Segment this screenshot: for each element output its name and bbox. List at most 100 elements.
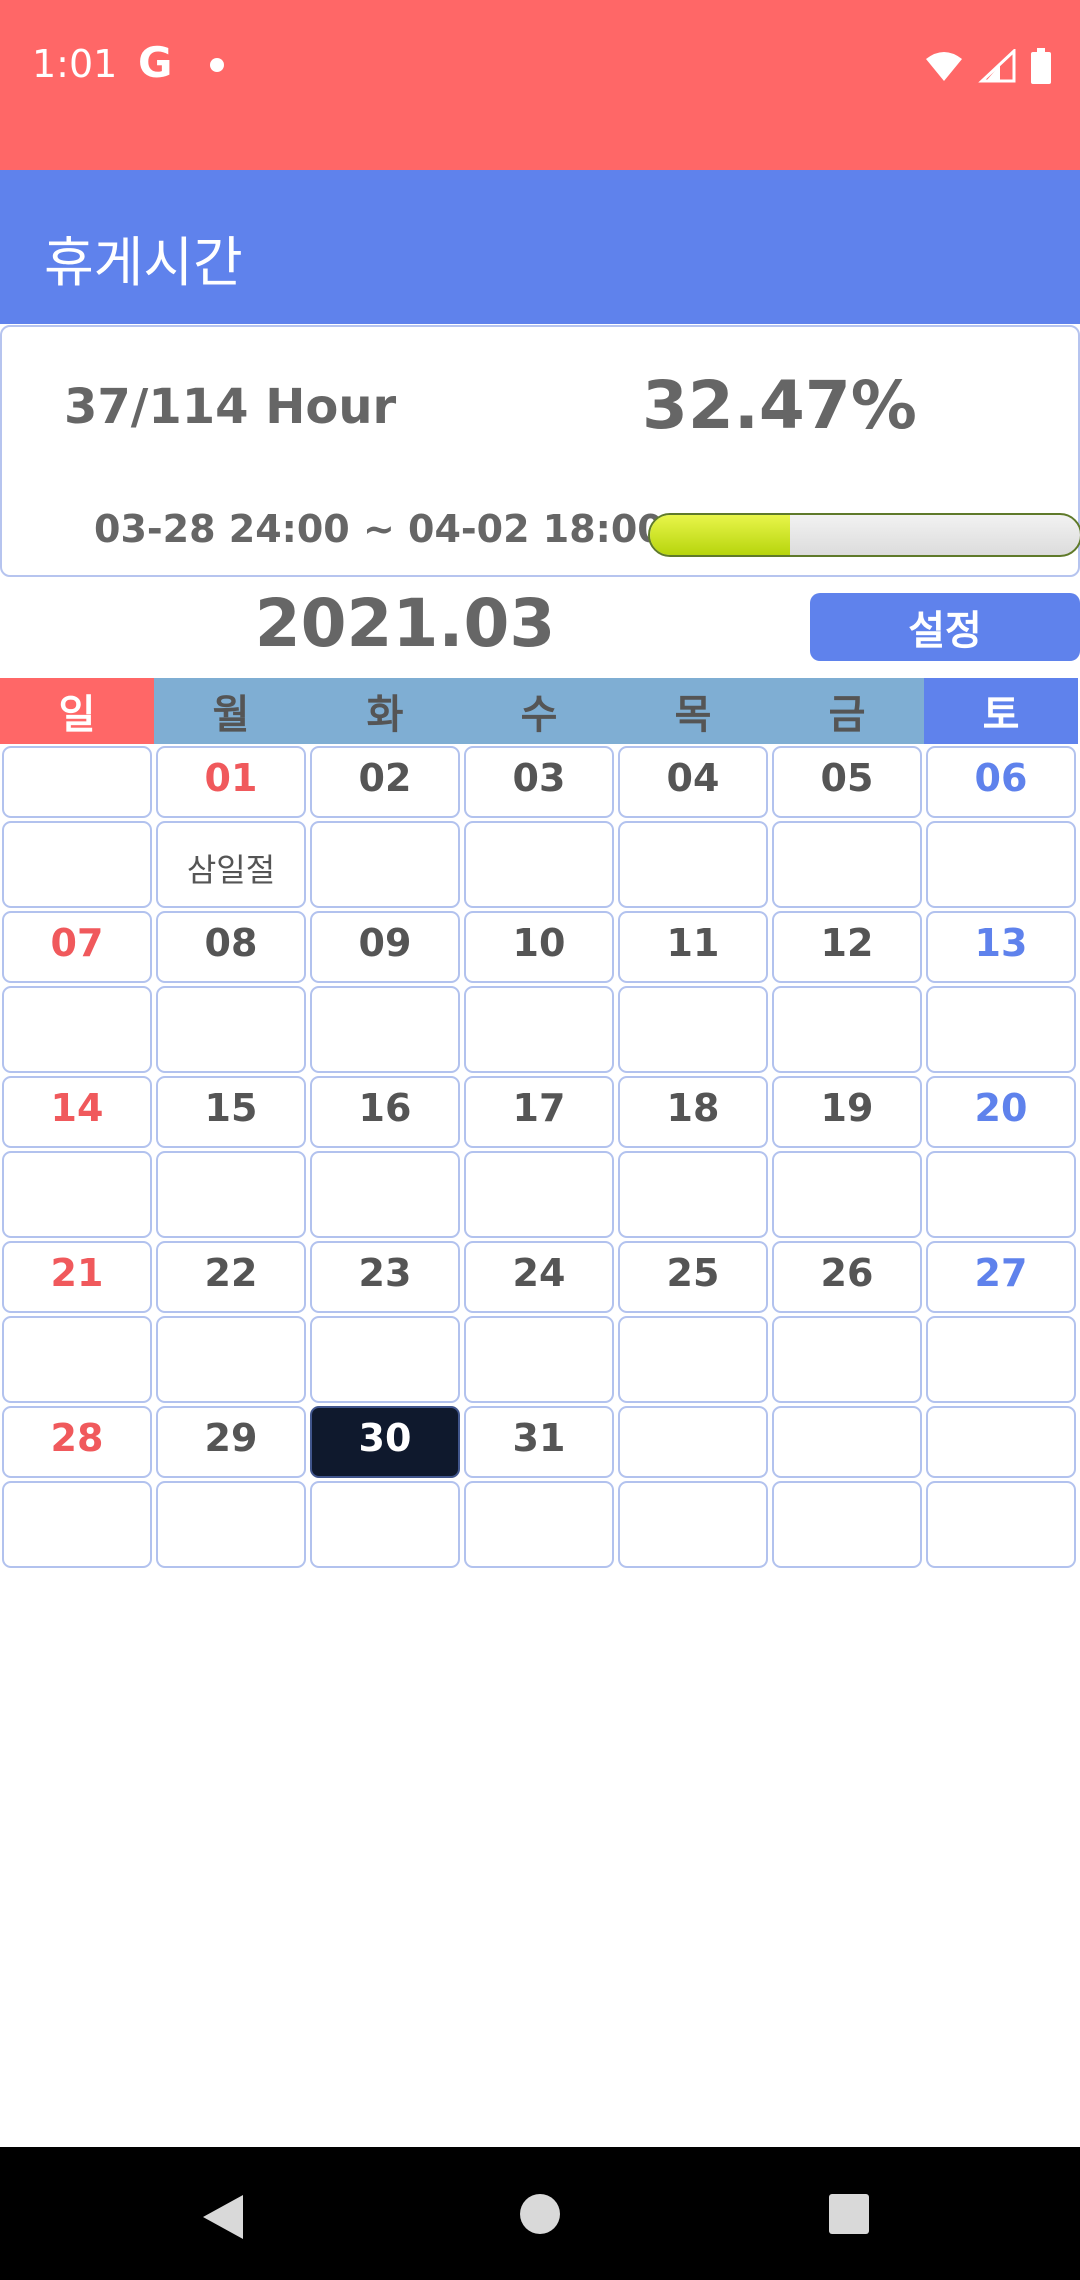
date-number: 08 (204, 921, 258, 965)
settings-button[interactable]: 설정 (810, 593, 1080, 661)
wifi-icon (926, 52, 962, 81)
calendar-date-cell[interactable]: 13 (926, 911, 1076, 983)
calendar-note-cell[interactable]: 삼일절 (156, 821, 306, 908)
calendar-date-cell[interactable]: 17 (464, 1076, 614, 1148)
date-number: 30 (358, 1416, 412, 1460)
calendar-note-cell[interactable] (772, 1151, 922, 1238)
recents-icon[interactable] (829, 2194, 869, 2234)
signal-icon (978, 49, 1016, 83)
calendar-grid: 01 삼일절 02 03 04 05 06 07 08 09 10 11 12 13 14 15 16 17 18 1… (0, 746, 1080, 1571)
calendar-note-cell[interactable] (464, 1481, 614, 1568)
home-icon[interactable] (520, 2194, 560, 2234)
date-number: 17 (512, 1086, 566, 1130)
calendar-note-cell[interactable] (618, 1316, 768, 1403)
calendar-note-cell[interactable] (310, 1316, 460, 1403)
calendar-note-cell[interactable] (772, 821, 922, 908)
calendar-note-cell[interactable] (772, 1316, 922, 1403)
calendar-date-cell[interactable]: 23 (310, 1241, 460, 1313)
date-number: 21 (50, 1251, 104, 1295)
date-number: 13 (974, 921, 1028, 965)
calendar-note-cell[interactable] (310, 1481, 460, 1568)
calendar-note-cell[interactable] (2, 986, 152, 1073)
calendar-note-cell[interactable] (464, 986, 614, 1073)
weekday-thu: 목 (616, 678, 770, 744)
calendar-note-cell[interactable] (2, 1316, 152, 1403)
calendar-date-cell[interactable]: 19 (772, 1076, 922, 1148)
calendar-date-cell[interactable]: 08 (156, 911, 306, 983)
calendar-note-cell[interactable] (464, 1316, 614, 1403)
calendar-note-cell[interactable] (926, 1151, 1076, 1238)
date-number: 12 (820, 921, 874, 965)
status-icons (924, 48, 1052, 84)
calendar-date-cell[interactable]: 24 (464, 1241, 614, 1313)
calendar-date-cell[interactable]: 28 (2, 1406, 152, 1478)
weekday-header: 일 월 화 수 목 금 토 (0, 678, 1080, 744)
date-number: 07 (50, 921, 104, 965)
calendar-note-cell[interactable] (310, 986, 460, 1073)
calendar-note-cell[interactable] (926, 1316, 1076, 1403)
calendar-date-cell[interactable]: 30 (310, 1406, 460, 1478)
calendar-date-cell[interactable]: 12 (772, 911, 922, 983)
calendar-note-cell[interactable] (618, 1151, 768, 1238)
break-time-summary: 37/114 Hour 32.47% 03-28 24:00 ~ 04-02 1… (0, 325, 1080, 577)
calendar-date-cell[interactable]: 25 (618, 1241, 768, 1313)
calendar-date-cell[interactable]: 27 (926, 1241, 1076, 1313)
calendar-date-cell[interactable]: 04 (618, 746, 768, 818)
calendar-note-cell[interactable] (156, 1316, 306, 1403)
calendar-date-cell[interactable] (2, 746, 152, 818)
navigation-bar (0, 2147, 1080, 2280)
calendar-note-cell[interactable] (618, 821, 768, 908)
calendar-date-cell[interactable]: 01 (156, 746, 306, 818)
calendar-date-cell[interactable]: 03 (464, 746, 614, 818)
calendar-date-cell[interactable]: 10 (464, 911, 614, 983)
weekday-fri: 금 (770, 678, 924, 744)
calendar-note-cell[interactable] (464, 821, 614, 908)
calendar-date-cell[interactable]: 29 (156, 1406, 306, 1478)
calendar-note-cell[interactable] (772, 1481, 922, 1568)
calendar-date-cell[interactable]: 14 (2, 1076, 152, 1148)
calendar-note-cell[interactable] (464, 1151, 614, 1238)
calendar-note-cell[interactable] (310, 1151, 460, 1238)
calendar-date-cell[interactable] (618, 1406, 768, 1478)
date-number: 29 (204, 1416, 258, 1460)
date-number: 05 (820, 756, 874, 800)
calendar-date-cell[interactable]: 05 (772, 746, 922, 818)
calendar-date-cell[interactable]: 06 (926, 746, 1076, 818)
calendar-note-cell[interactable] (310, 821, 460, 908)
calendar-note-cell[interactable] (156, 1481, 306, 1568)
back-icon[interactable] (203, 2195, 243, 2239)
percent-used-text: 32.47% (642, 367, 917, 444)
calendar-note-cell[interactable] (772, 986, 922, 1073)
calendar-note-cell[interactable] (2, 821, 152, 908)
calendar-date-cell[interactable]: 02 (310, 746, 460, 818)
calendar-date-cell[interactable]: 07 (2, 911, 152, 983)
calendar-note-cell[interactable] (2, 1151, 152, 1238)
holiday-label: 삼일절 (186, 851, 276, 889)
calendar-date-cell[interactable]: 15 (156, 1076, 306, 1148)
weekday-sat: 토 (924, 678, 1078, 744)
calendar-date-cell[interactable]: 18 (618, 1076, 768, 1148)
calendar-note-cell[interactable] (618, 986, 768, 1073)
calendar-date-cell[interactable]: 16 (310, 1076, 460, 1148)
calendar-note-cell[interactable] (156, 986, 306, 1073)
calendar-date-cell[interactable]: 21 (2, 1241, 152, 1313)
calendar-date-cell[interactable] (926, 1406, 1076, 1478)
date-number: 11 (666, 921, 720, 965)
calendar-date-cell[interactable]: 31 (464, 1406, 614, 1478)
calendar-week-row: 01 삼일절 02 03 04 05 06 (0, 746, 1080, 911)
calendar-date-cell[interactable]: 09 (310, 911, 460, 983)
calendar-note-cell[interactable] (926, 986, 1076, 1073)
calendar-note-cell[interactable] (926, 821, 1076, 908)
calendar-date-cell[interactable] (772, 1406, 922, 1478)
calendar-note-cell[interactable] (926, 1481, 1076, 1568)
calendar-date-cell[interactable]: 22 (156, 1241, 306, 1313)
calendar-date-cell[interactable]: 26 (772, 1241, 922, 1313)
calendar-date-cell[interactable]: 20 (926, 1076, 1076, 1148)
date-number: 18 (666, 1086, 720, 1130)
date-number: 06 (974, 756, 1028, 800)
calendar-note-cell[interactable] (618, 1481, 768, 1568)
date-number: 14 (50, 1086, 104, 1130)
calendar-date-cell[interactable]: 11 (618, 911, 768, 983)
calendar-note-cell[interactable] (156, 1151, 306, 1238)
calendar-note-cell[interactable] (2, 1481, 152, 1568)
